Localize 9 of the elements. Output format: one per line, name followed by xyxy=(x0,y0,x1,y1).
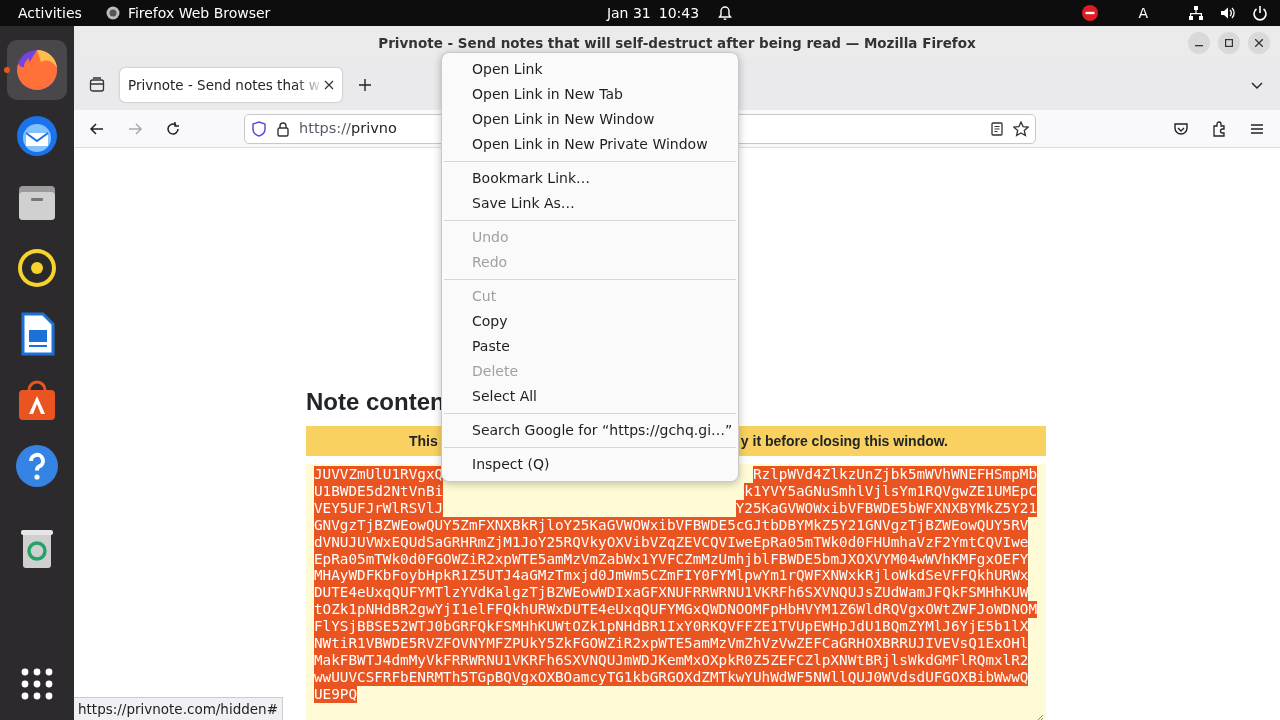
tab-title: Privnote - Send notes that w xyxy=(128,75,321,95)
status-link-url: https://privnote.com/hidden# xyxy=(74,696,283,720)
note-text-fragment: JUVVZmUlU1RVgxQ xyxy=(314,466,444,483)
note-heading: Note conten xyxy=(306,388,445,416)
banner-text: y it before closing this window. xyxy=(740,431,948,451)
note-text-fragment: RzlpWVd4ZlkzUnZjbk5mWVhWNEFHSmpMb xyxy=(752,466,1037,483)
url-text: https://privno xyxy=(299,118,397,138)
banner-text: This xyxy=(409,431,438,451)
window-title: Privnote - Send notes that will self-destruct after being read — Mozilla Firefox xyxy=(378,33,976,53)
